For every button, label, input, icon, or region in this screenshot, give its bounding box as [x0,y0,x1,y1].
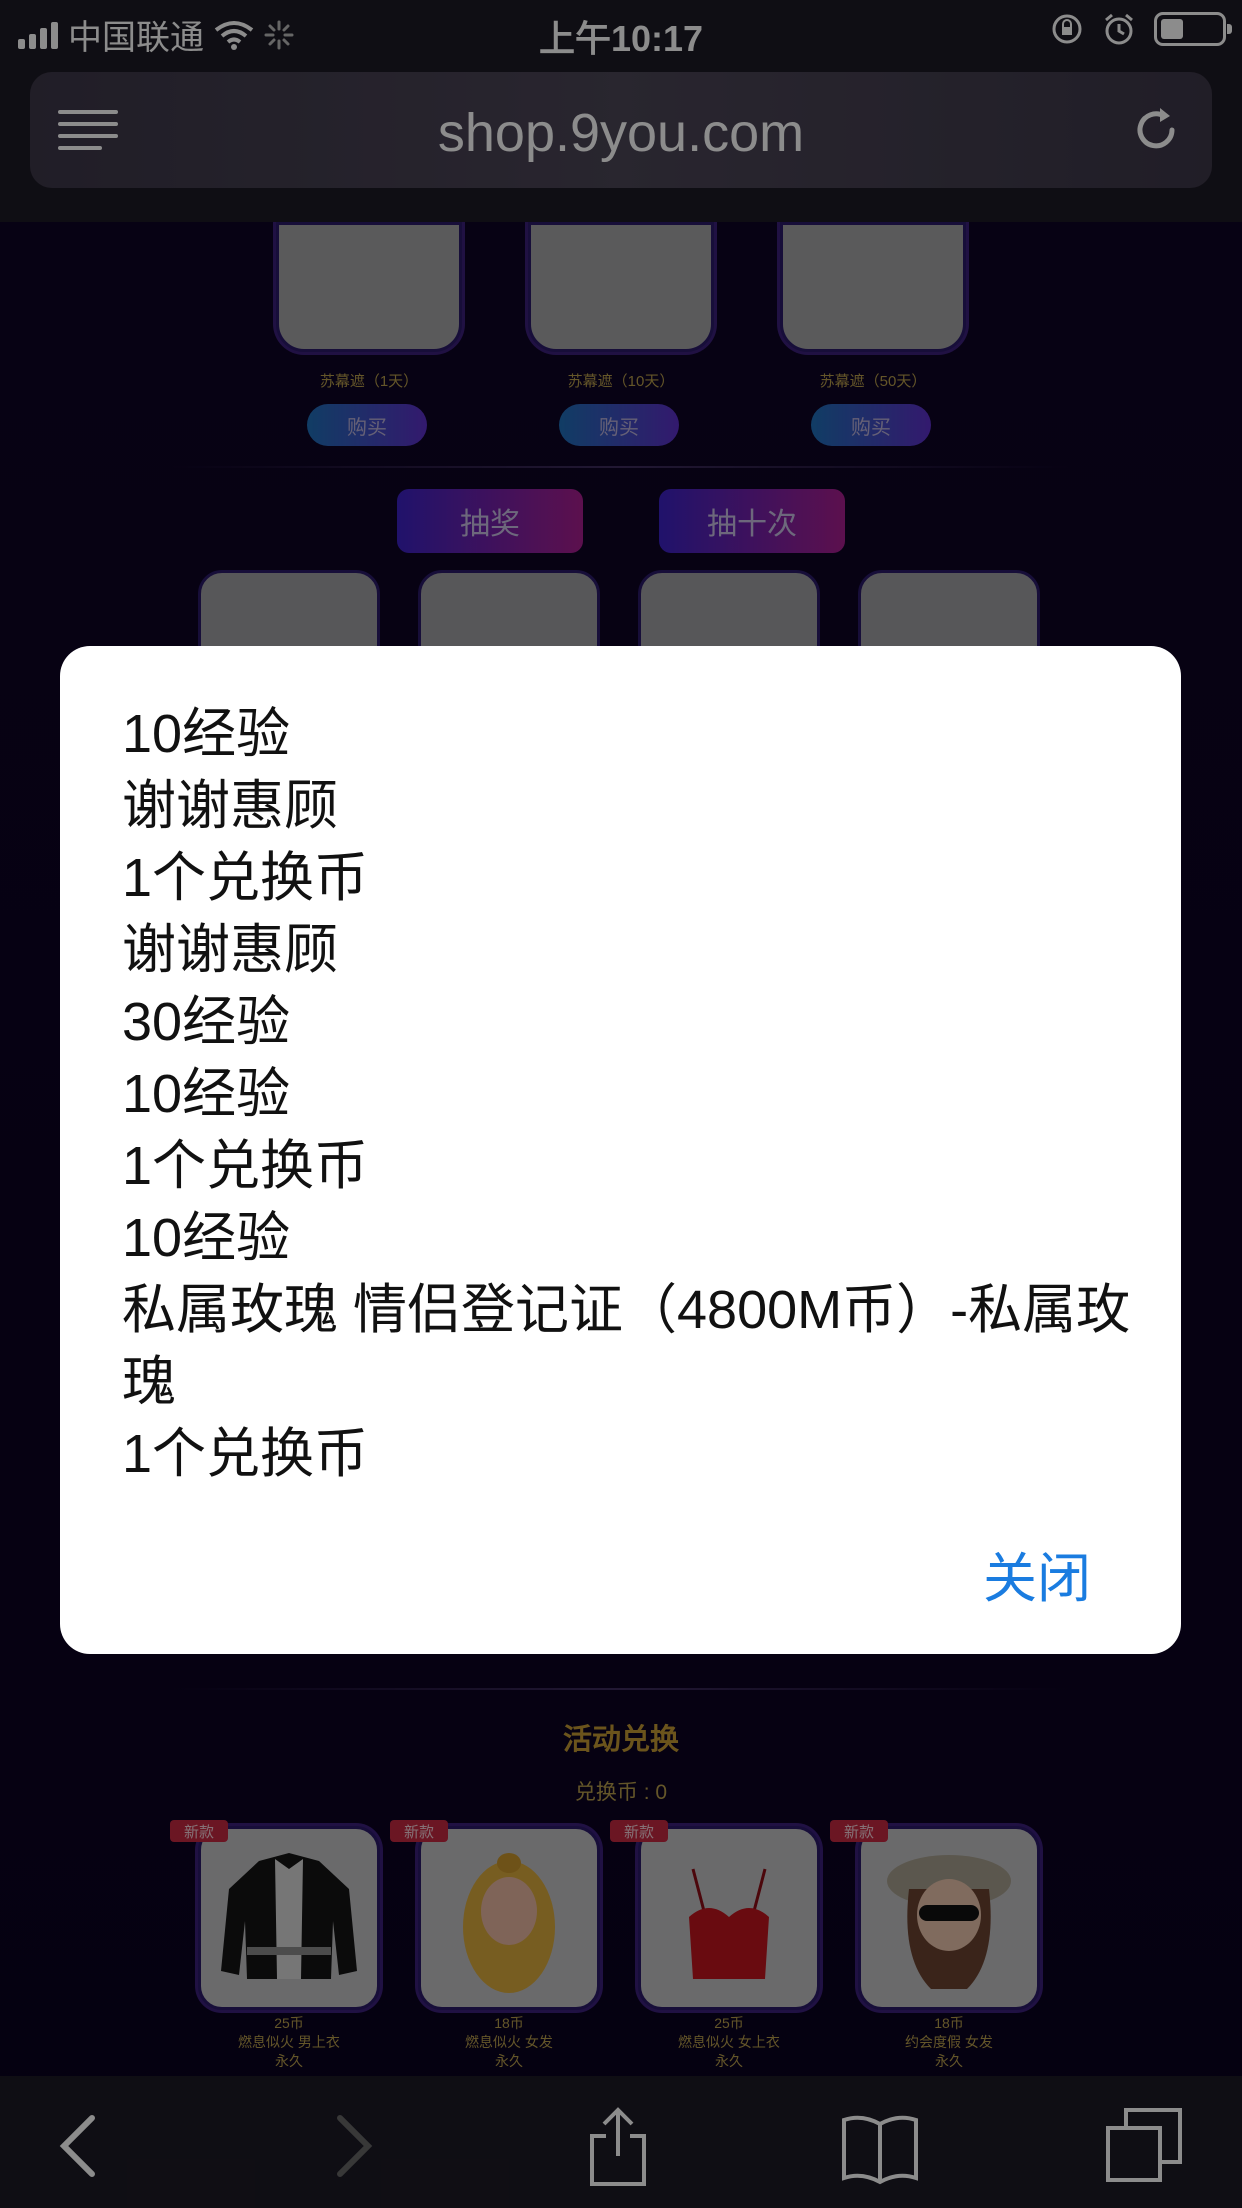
dialog-message: 10经验 谢谢惠顾 1个兑换币 谢谢惠顾 30经验 10经验 1个兑换币 10经… [122,698,1132,1490]
result-line: 谢谢惠顾 [122,920,338,980]
page: 中国联通 上午10:17 shop.9you.com 苏幕遮（1天） 苏幕遮（1… [0,0,1242,2208]
alert-dialog: 10经验 谢谢惠顾 1个兑换币 谢谢惠顾 30经验 10经验 1个兑换币 10经… [60,646,1181,1654]
result-line: 谢谢惠顾 [122,776,338,836]
result-line: 10经验 [122,704,291,764]
result-line: 30经验 [122,992,291,1052]
result-line: 1个兑换币 [122,848,369,908]
close-button[interactable]: 关闭 [983,1534,1091,1613]
result-line: 10经验 [122,1208,291,1268]
result-line: 1个兑换币 [122,1424,369,1484]
result-line: 私属玫瑰 情侣登记证（4800M币）-私属玫瑰 [122,1280,1131,1412]
result-line: 10经验 [122,1064,291,1124]
result-line: 1个兑换币 [122,1136,369,1196]
